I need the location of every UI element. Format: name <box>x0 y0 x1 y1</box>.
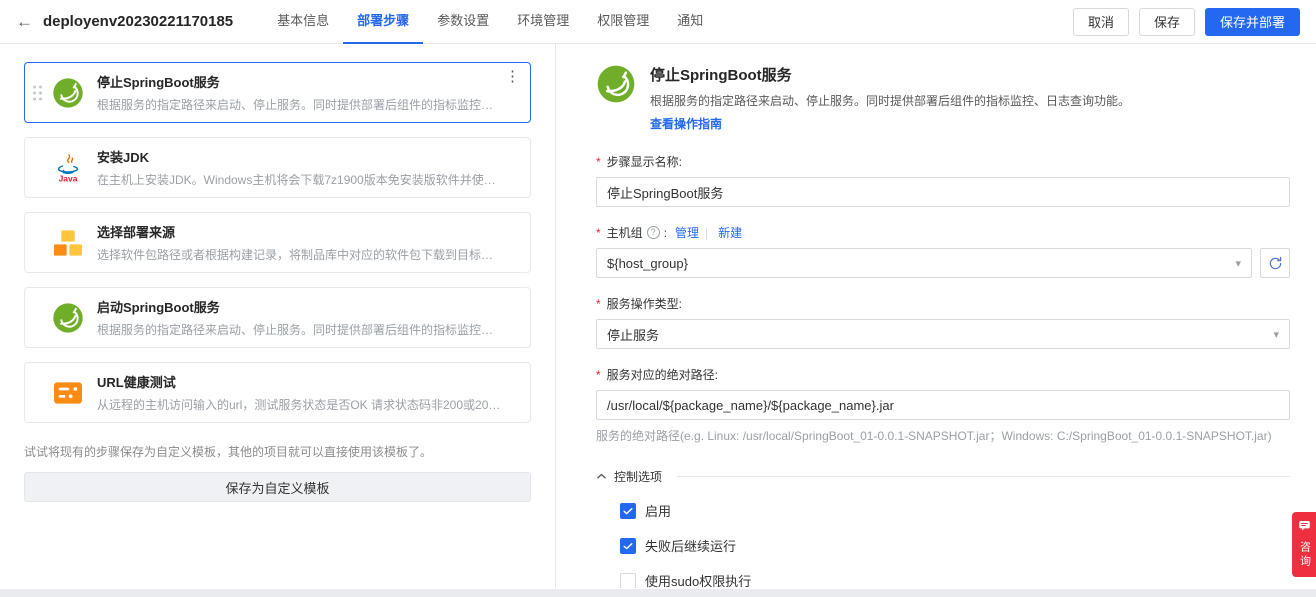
tab-基本信息[interactable]: 基本信息 <box>263 0 343 44</box>
required-asterisk: * <box>596 367 601 382</box>
host-group-label-colon: : <box>663 225 668 240</box>
tab-环境管理[interactable]: 环境管理 <box>503 0 583 44</box>
service-op-value: 停止服务 <box>607 327 660 343</box>
step-card-description: 根据服务的指定路径来启动、停止服务。同时提供部署后组件的指标监控、日志查询功能。 <box>97 98 504 112</box>
step-name-field: * 步骤显示名称: <box>596 153 1290 207</box>
cancel-button[interactable]: 取消 <box>1072 7 1129 36</box>
tab-权限管理[interactable]: 权限管理 <box>583 0 663 44</box>
required-asterisk: * <box>596 225 601 240</box>
checkbox-label: 失败后继续运行 <box>645 539 737 554</box>
svg-text:Java: Java <box>59 173 78 183</box>
service-path-input[interactable] <box>596 390 1290 420</box>
host-group-label: 主机组 <box>606 226 643 240</box>
step-name-label: 步骤显示名称: <box>606 155 683 169</box>
springboot-icon <box>51 76 85 110</box>
step-name-input[interactable] <box>596 177 1290 207</box>
step-card[interactable]: 启动SpringBoot服务根据服务的指定路径来启动、停止服务。同时提供部署后组… <box>24 287 531 348</box>
deploy-source-icon <box>51 226 85 260</box>
detail-header: 停止SpringBoot服务 根据服务的指定路径来启动、停止服务。同时提供部署后… <box>596 64 1290 133</box>
step-card[interactable]: Java 安装JDK 在主机上安装JDK。Windows主机将会下载7z1900版本… <box>24 137 531 198</box>
service-op-field: * 服务操作类型: 停止服务 ▾ <box>596 295 1290 349</box>
springboot-icon <box>596 64 636 104</box>
step-card-title: 安装JDK <box>97 150 150 165</box>
service-op-select[interactable]: 停止服务 ▾ <box>596 319 1290 349</box>
more-menu-icon[interactable]: ⋮ <box>505 69 520 84</box>
chat-icon <box>1298 519 1311 537</box>
step-detail-panel: 停止SpringBoot服务 根据服务的指定路径来启动、停止服务。同时提供部署后… <box>556 44 1316 588</box>
control-options-title: 控制选项 <box>614 470 663 484</box>
step-card[interactable]: 停止SpringBoot服务根据服务的指定路径来启动、停止服务。同时提供部署后组… <box>24 62 531 123</box>
checkbox-unchecked-icon[interactable] <box>620 572 636 588</box>
collapse-icon[interactable] <box>596 471 607 482</box>
caret-down-icon: ▾ <box>1273 328 1279 341</box>
service-path-label: 服务对应的绝对路径: <box>606 368 719 382</box>
caret-down-icon: ▾ <box>1235 257 1241 270</box>
page-title: deployenv20230221170185 <box>43 13 234 30</box>
back-arrow-icon[interactable]: ← <box>16 12 33 32</box>
step-card-title: URL健康测试 <box>97 375 176 390</box>
step-config-form: * 步骤显示名称: * 主机组 ? : 管理 | 新建 <box>596 153 1290 444</box>
link-divider: | <box>705 225 709 240</box>
main-content: 停止SpringBoot服务根据服务的指定路径来启动、停止服务。同时提供部署后组… <box>0 44 1316 588</box>
checkbox-checked-icon[interactable] <box>620 537 636 554</box>
guide-link[interactable]: 查看操作指南 <box>650 115 722 132</box>
app-window: ← deployenv20230221170185 基本信息 部署步骤 参数设置 环境… <box>0 0 1316 589</box>
step-list: 停止SpringBoot服务根据服务的指定路径来启动、停止服务。同时提供部署后组… <box>24 62 531 423</box>
step-card[interactable]: URL健康测试从远程的主机访问输入的url，测试服务状态是否OK 请求状态码非2… <box>24 362 531 423</box>
drag-handle-icon[interactable] <box>33 85 42 100</box>
detail-description: 根据服务的指定路径来启动、停止服务。同时提供部署后组件的指标监控、日志查询功能。 <box>650 94 1131 108</box>
save-and-deploy-button[interactable]: 保存并部署 <box>1204 7 1300 36</box>
java-icon: Java <box>51 151 85 185</box>
host-group-select[interactable]: ${host_group} ▾ <box>596 248 1252 278</box>
step-card-description: 从远程的主机访问输入的url，测试服务状态是否OK 请求状态码非200或201，… <box>97 398 504 412</box>
checkbox-row[interactable]: 失败后继续运行 <box>620 536 1290 555</box>
step-card-description: 选择软件包路径或者根据构建记录，将制品库中对应的软件包下载到目标主机环境中。 <box>97 248 504 262</box>
checkbox-row[interactable]: 使用sudo权限执行 <box>620 571 1290 588</box>
header: ← deployenv20230221170185 基本信息 部署步骤 参数设置 环境… <box>0 0 1316 44</box>
detail-title: 停止SpringBoot服务 <box>650 67 792 84</box>
url-test-icon <box>51 376 85 410</box>
tab-部署步骤[interactable]: 部署步骤 <box>343 0 424 44</box>
step-card-title: 停止SpringBoot服务 <box>97 75 220 90</box>
required-asterisk: * <box>596 154 601 169</box>
service-op-label: 服务操作类型: <box>606 297 683 311</box>
help-icon[interactable]: ? <box>646 226 660 239</box>
checkbox-list: 启用失败后继续运行使用sudo权限执行 <box>620 501 1290 588</box>
springboot-icon <box>51 301 85 335</box>
refresh-button[interactable] <box>1260 248 1290 278</box>
checkbox-row[interactable]: 启用 <box>620 501 1290 520</box>
template-hint: 试试将现有的步骤保存为自定义模板，其他的项目就可以直接使用该模板了。 <box>24 445 433 459</box>
step-card-title: 启动SpringBoot服务 <box>97 300 220 315</box>
save-button[interactable]: 保存 <box>1138 7 1195 36</box>
checkbox-checked-icon[interactable] <box>620 502 636 519</box>
new-link[interactable]: 新建 <box>718 224 742 241</box>
checkbox-label: 使用sudo权限执行 <box>645 574 752 588</box>
tab-bar: 基本信息 部署步骤 参数设置 环境管理 权限管理 通知 <box>263 0 717 44</box>
manage-link[interactable]: 管理 <box>675 224 699 241</box>
consult-label: 咨询 <box>1298 541 1311 569</box>
checkbox-label: 启用 <box>645 504 672 519</box>
service-path-field: * 服务对应的绝对路径: 服务的绝对路径(e.g. Linux: /usr/lo… <box>596 366 1290 444</box>
control-options-header: 控制选项 <box>596 468 1290 485</box>
tab-参数设置[interactable]: 参数设置 <box>423 0 503 44</box>
consult-widget[interactable]: 咨询 <box>1292 512 1316 577</box>
tab-通知[interactable]: 通知 <box>663 0 717 44</box>
step-card[interactable]: 选择部署来源选择软件包路径或者根据构建记录，将制品库中对应的软件包下载到目标主机… <box>24 212 531 273</box>
host-group-field: * 主机组 ? : 管理 | 新建 ${host_group} ▾ <box>596 224 1290 278</box>
section-divider <box>677 476 1290 477</box>
step-card-description: 根据服务的指定路径来启动、停止服务。同时提供部署后组件的指标监控、日志查询功能。 <box>97 323 504 337</box>
steps-panel: 停止SpringBoot服务根据服务的指定路径来启动、停止服务。同时提供部署后组… <box>0 44 556 588</box>
save-as-template-button[interactable]: 保存为自定义模板 <box>24 472 531 502</box>
step-card-title: 选择部署来源 <box>97 225 176 240</box>
host-group-value: ${host_group} <box>607 255 688 271</box>
required-asterisk: * <box>596 296 601 311</box>
step-card-description: 在主机上安装JDK。Windows主机将会下载7z1900版本免安装版软件并使用… <box>97 173 504 187</box>
service-path-help: 服务的绝对路径(e.g. Linux: /usr/local/SpringBoo… <box>596 429 1272 443</box>
